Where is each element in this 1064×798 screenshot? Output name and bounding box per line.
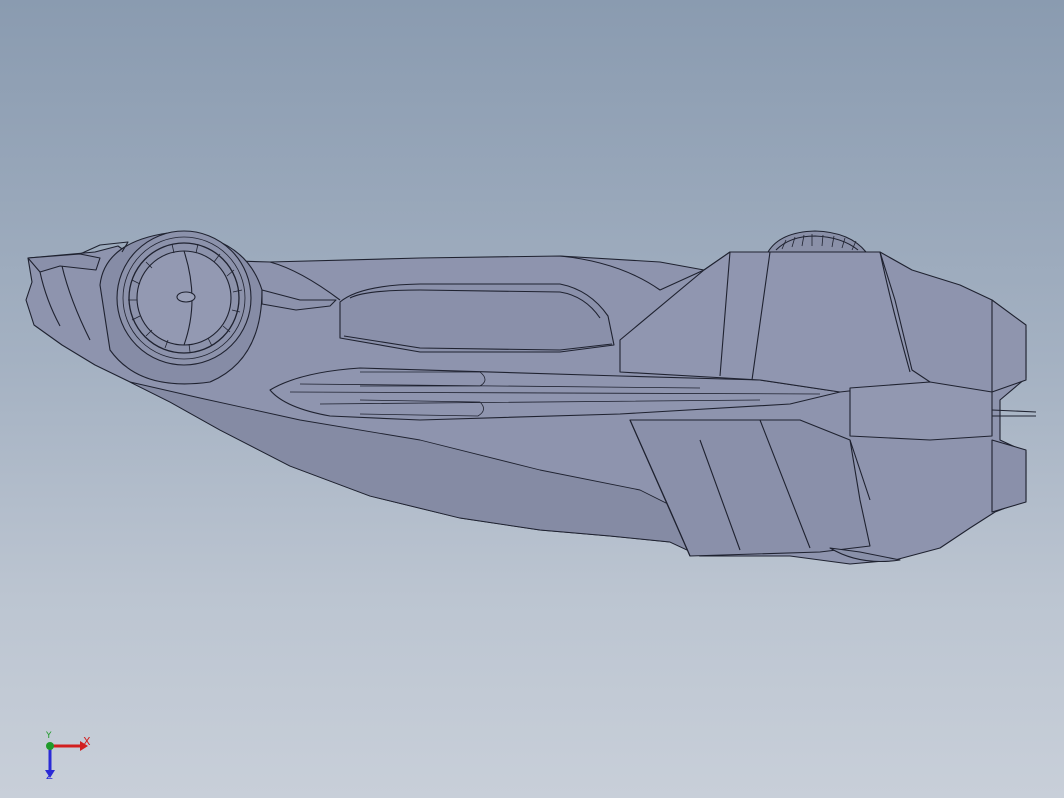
- y-axis-label: Y: [46, 731, 52, 741]
- lower-exhaust: [991, 439, 1027, 513]
- x-axis-label: X: [83, 735, 91, 748]
- front-wheel: [116, 230, 252, 366]
- z-axis-label: Z: [46, 771, 53, 782]
- upper-exhaust: [991, 299, 1027, 393]
- graphics-viewport[interactable]: X Y Z: [0, 0, 1064, 798]
- rear-wheel-top: [767, 230, 867, 253]
- 3d-car-model[interactable]: [0, 0, 1064, 798]
- axis-triad: X Y Z: [36, 730, 106, 790]
- rear-upper-block: [849, 381, 993, 441]
